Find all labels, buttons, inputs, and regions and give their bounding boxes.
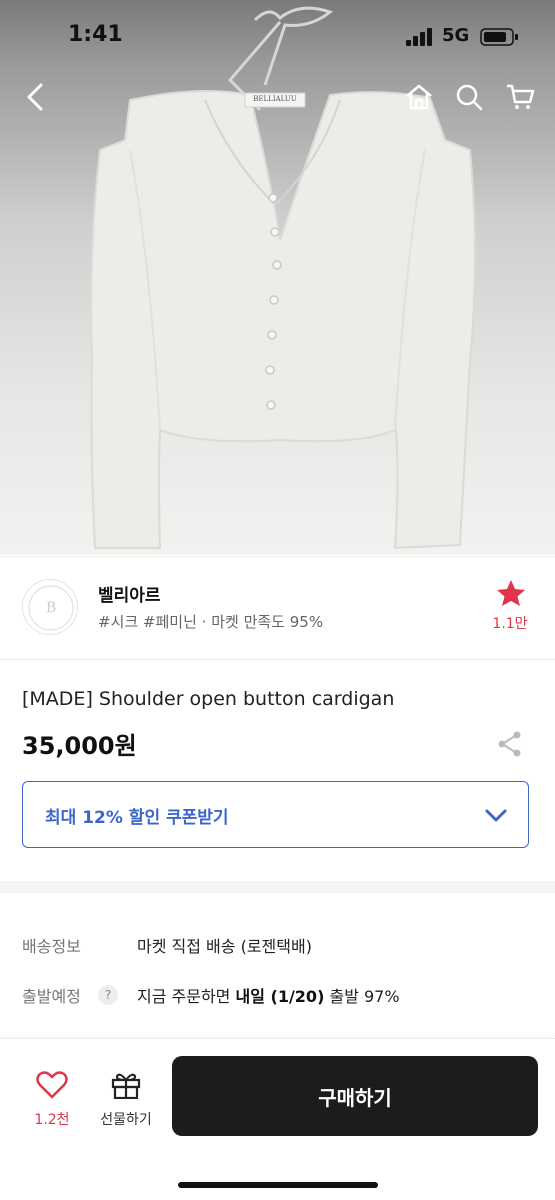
battery-icon	[480, 28, 518, 46]
svg-text:B: B	[46, 600, 56, 616]
like-button[interactable]: 1.2천	[26, 1071, 78, 1129]
cart-icon[interactable]	[503, 80, 537, 114]
network-type: 5G	[442, 25, 470, 46]
chevron-down-icon	[485, 809, 507, 822]
favorite-count: 1.1만	[492, 616, 528, 632]
product-title: [MADE] Shoulder open button cardigan	[22, 688, 395, 710]
departure-value-suffix: 출발 97%	[324, 987, 400, 1006]
shipping-value: 마켓 직접 배송 (로젠택배)	[137, 937, 312, 956]
home-indicator	[178, 1182, 378, 1188]
home-icon[interactable]	[402, 80, 436, 114]
departure-label: 출발예정	[22, 987, 81, 1006]
gift-button[interactable]: 선물하기	[92, 1071, 160, 1129]
bottom-action-bar: 1.2천 선물하기 구매하기	[0, 1038, 555, 1200]
product-price: 35,000원	[22, 732, 137, 760]
section-divider	[0, 881, 555, 893]
search-icon[interactable]	[452, 80, 486, 114]
seller-row[interactable]: B 벨리아르 #시크 #페미닌 · 마켓 만족도 95% 1.1만	[0, 556, 555, 660]
signal-icon	[406, 28, 432, 46]
label-tag-text: BELLIALUU	[253, 95, 297, 103]
like-count: 1.2천	[34, 1112, 70, 1128]
star-icon[interactable]	[496, 579, 526, 607]
status-time: 1:41	[68, 22, 123, 47]
seller-tags: #시크 #페미닌 · 마켓 만족도 95%	[98, 613, 324, 631]
share-icon[interactable]	[496, 730, 524, 758]
seller-logo[interactable]: B	[22, 579, 78, 635]
product-image[interactable]: BELLIALUU 1:41 5G	[0, 0, 555, 555]
status-bar: 1:41 5G	[0, 0, 555, 74]
shipping-label: 배송정보	[22, 937, 81, 956]
seller-name[interactable]: 벨리아르	[98, 581, 161, 606]
coupon-label: 최대 12% 할인 쿠폰받기	[45, 808, 229, 828]
help-icon[interactable]: ?	[98, 985, 118, 1005]
back-icon[interactable]	[18, 80, 52, 114]
gift-icon	[111, 1073, 141, 1100]
buy-button[interactable]: 구매하기	[172, 1056, 538, 1136]
departure-value: 지금 주문하면 내일 (1/20) 출발 97%	[137, 983, 400, 1007]
coupon-button[interactable]: 최대 12% 할인 쿠폰받기	[22, 781, 529, 848]
departure-date: 내일 (1/20)	[235, 987, 325, 1006]
heart-icon	[36, 1071, 68, 1099]
gift-label: 선물하기	[100, 1112, 152, 1128]
departure-value-prefix: 지금 주문하면	[137, 987, 236, 1006]
